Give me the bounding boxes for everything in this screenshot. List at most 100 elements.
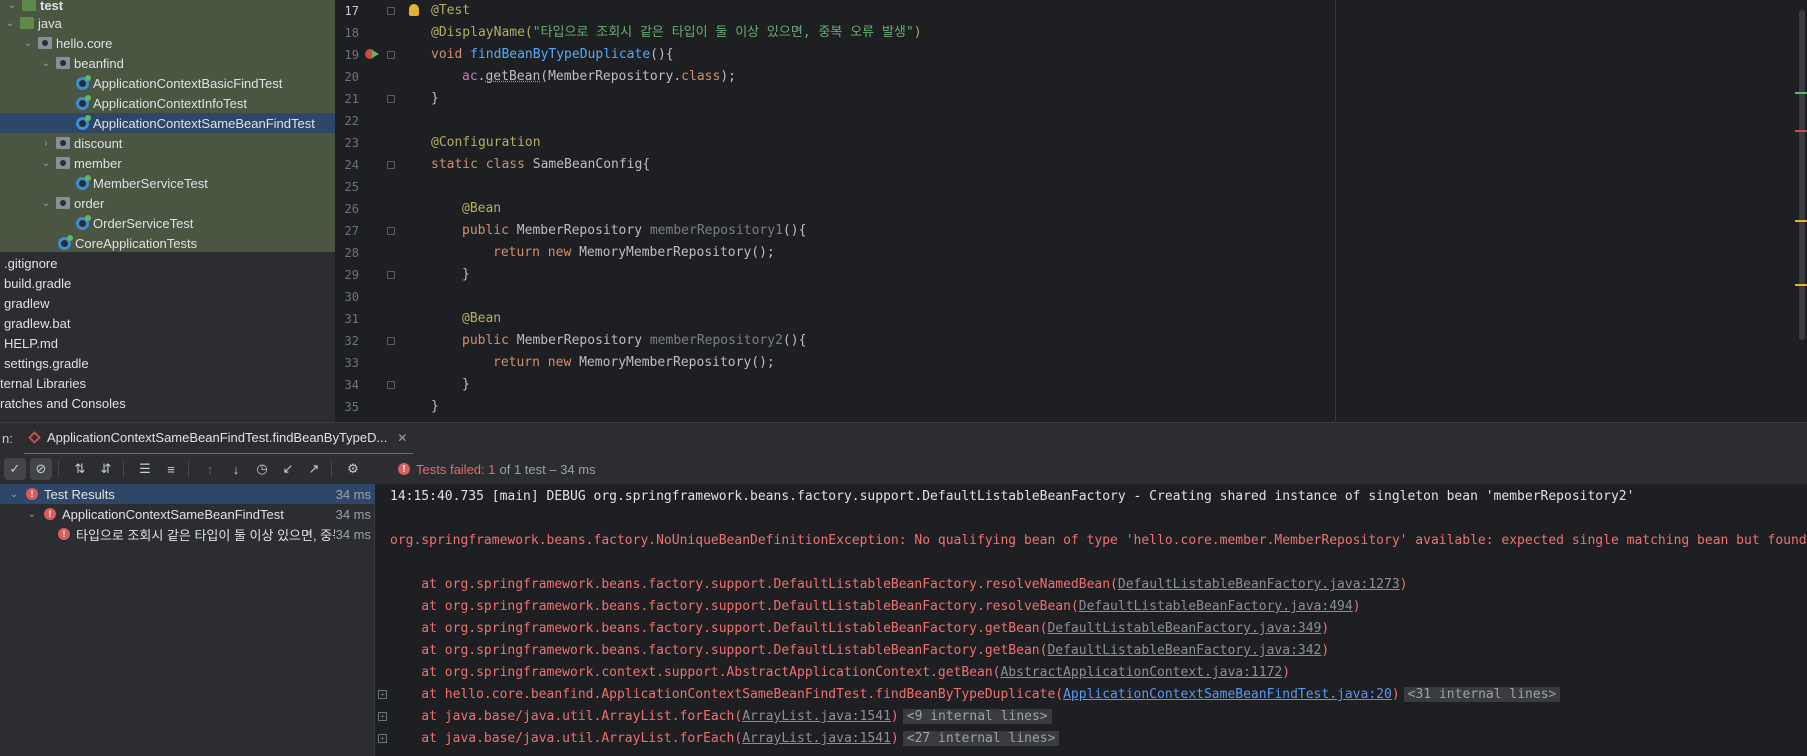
tree-item-info-test[interactable]: ApplicationContextInfoTest <box>0 93 335 113</box>
chevron-down-icon[interactable]: ⌄ <box>40 58 52 69</box>
source-link[interactable]: AbstractApplicationContext.java:1172 <box>1000 665 1282 680</box>
test-class-icon <box>76 94 91 110</box>
previous-failed-icon[interactable]: ↑ <box>199 458 221 480</box>
chevron-down-icon[interactable]: ⌄ <box>8 489 20 500</box>
code-editor[interactable]: 17 18 19 20 21 22 23 24 25 26 27 28 29 3… <box>335 0 1807 422</box>
gear-icon[interactable]: ⚙ <box>342 458 364 480</box>
tree-item-gradlew[interactable]: gradlew <box>0 293 335 313</box>
result-row-method[interactable]: ! 타입으로 조회시 같은 타입이 둘 이상 있으면, 중복 34 ms <box>0 524 375 544</box>
chevron-down-icon[interactable]: ⌄ <box>40 198 52 209</box>
fold-icon[interactable] <box>387 271 395 279</box>
show-ignored-icon[interactable]: ⊘ <box>30 458 52 480</box>
console-output[interactable]: 14:15:40.735 [main] DEBUG org.springfram… <box>376 484 1807 756</box>
chevron-down-icon[interactable]: ⌄ <box>26 509 38 520</box>
stack-text: at java.base/java.util.ArrayList.forEach… <box>390 709 743 724</box>
run-tab[interactable]: ApplicationContextSameBeanFindTest.findB… <box>24 423 414 455</box>
type-name: MemberRepository <box>516 223 650 238</box>
source-link[interactable]: DefaultListableBeanFactory.java:349 <box>1047 621 1321 636</box>
code-line-31: @Bean <box>462 308 501 330</box>
source-link[interactable]: ArrayList.java:1541 <box>742 709 891 724</box>
run-window-label: n: <box>2 431 13 446</box>
code-line-23: @Configuration <box>431 132 541 154</box>
package-icon <box>56 137 70 149</box>
test-class-icon <box>76 114 91 130</box>
source-link[interactable]: DefaultListableBeanFactory.java:342 <box>1047 643 1321 658</box>
export-tests-icon[interactable]: ↗ <box>303 458 325 480</box>
fold-icon[interactable] <box>387 337 395 345</box>
next-failed-icon[interactable]: ↓ <box>225 458 247 480</box>
show-passed-icon[interactable]: ✓ <box>4 458 26 480</box>
tree-item-core-application-tests[interactable]: CoreApplicationTests <box>0 233 335 253</box>
tree-item-member[interactable]: ⌄ member <box>0 153 335 173</box>
fold-icon[interactable] <box>387 7 395 15</box>
source-link[interactable]: ApplicationContextSameBeanFindTest.java:… <box>1063 687 1392 702</box>
expand-frames-icon[interactable]: + <box>378 712 387 721</box>
fold-icon[interactable] <box>387 51 395 59</box>
fold-icon[interactable] <box>387 161 395 169</box>
change-marker[interactable] <box>1795 92 1807 94</box>
stack-frame: at org.springframework.beans.factory.sup… <box>390 574 1407 596</box>
close-icon[interactable]: ✕ <box>397 431 407 445</box>
result-row-root[interactable]: ⌄ ! Test Results 34 ms <box>0 484 375 504</box>
code-line-19: void findBeanByTypeDuplicate(){ <box>431 44 674 66</box>
tree-item-settings-gradle[interactable]: settings.gradle <box>0 353 335 373</box>
tree-item-order-service-test[interactable]: OrderServiceTest <box>0 213 335 233</box>
sort-duration-icon[interactable]: ⇵ <box>95 458 117 480</box>
chevron-down-icon[interactable]: ⌄ <box>22 38 34 49</box>
console-exception-line: org.springframework.beans.factory.NoUniq… <box>390 533 1807 548</box>
error-marker[interactable] <box>1795 130 1807 132</box>
tree-item-build-gradle[interactable]: build.gradle <box>0 273 335 293</box>
source-link[interactable]: DefaultListableBeanFactory.java:1273 <box>1118 577 1400 592</box>
fold-icon[interactable] <box>387 381 395 389</box>
stack-text: at org.springframework.beans.factory.sup… <box>390 643 1048 658</box>
source-link[interactable]: ArrayList.java:1541 <box>742 731 891 746</box>
lightbulb-icon[interactable] <box>409 4 419 16</box>
stack-text: at java.base/java.util.ArrayList.forEach… <box>390 731 743 746</box>
tree-item-java[interactable]: ⌄ java <box>0 13 335 33</box>
tree-item-hello-core[interactable]: ⌄ hello.core <box>0 33 335 53</box>
tree-item-label: ApplicationContextInfoTest <box>93 95 247 111</box>
tree-item-label: build.gradle <box>4 275 72 291</box>
chevron-down-icon[interactable]: ⌄ <box>4 18 16 29</box>
history-icon[interactable]: ◷ <box>251 458 273 480</box>
fold-icon[interactable] <box>387 95 395 103</box>
error-stripe[interactable] <box>1795 0 1807 422</box>
internal-lines-badge[interactable]: <31 internal lines> <box>1403 687 1561 702</box>
method-call: getBean <box>485 69 541 84</box>
chevron-right-icon[interactable]: › <box>40 138 52 149</box>
expand-all-icon[interactable]: ☰ <box>134 458 156 480</box>
tree-item-help-md[interactable]: HELP.md <box>0 333 335 353</box>
import-tests-icon[interactable]: ↙ <box>277 458 299 480</box>
source-link[interactable]: DefaultListableBeanFactory.java:494 <box>1079 599 1353 614</box>
tree-item-external-libraries[interactable]: ternal Libraries <box>0 373 335 393</box>
warning-marker[interactable] <box>1795 220 1807 222</box>
tree-item-order[interactable]: ⌄ order <box>0 193 335 213</box>
code-line-21: } <box>431 88 439 110</box>
sort-alpha-icon[interactable]: ⇅ <box>69 458 91 480</box>
fold-icon[interactable] <box>387 227 395 235</box>
tree-item-gitignore[interactable]: .gitignore <box>0 253 335 273</box>
chevron-down-icon[interactable]: ⌄ <box>40 158 52 169</box>
internal-lines-badge[interactable]: <9 internal lines> <box>902 709 1052 724</box>
tree-item-scratches[interactable]: ratches and Consoles <box>0 393 335 413</box>
run-test-icon[interactable] <box>372 50 379 58</box>
tree-item-basic-find-test[interactable]: ApplicationContextBasicFindTest <box>0 73 335 93</box>
stack-frame: at org.springframework.context.support.A… <box>390 662 1290 684</box>
expand-frames-icon[interactable]: + <box>378 734 387 743</box>
stack-frame: at java.base/java.util.ArrayList.forEach… <box>390 706 1052 728</box>
collapse-all-icon[interactable]: ≡ <box>160 458 182 480</box>
tree-item-beanfind[interactable]: ⌄ beanfind <box>0 53 335 73</box>
tree-item-member-service-test[interactable]: MemberServiceTest <box>0 173 335 193</box>
chevron-down-icon[interactable]: ⌄ <box>6 0 18 11</box>
warning-marker[interactable] <box>1795 284 1807 286</box>
tree-item-gradlew-bat[interactable]: gradlew.bat <box>0 313 335 333</box>
expand-frames-icon[interactable]: + <box>378 690 387 699</box>
result-time: 34 ms <box>335 526 371 542</box>
code-text: (){ <box>782 223 807 238</box>
code-line-34: } <box>462 374 470 396</box>
code-text: ); <box>720 69 736 84</box>
tree-item-same-bean-find-test[interactable]: ApplicationContextSameBeanFindTest <box>0 113 335 133</box>
internal-lines-badge[interactable]: <27 internal lines> <box>902 731 1060 746</box>
tree-item-discount[interactable]: › discount <box>0 133 335 153</box>
result-row-class[interactable]: ⌄ ! ApplicationContextSameBeanFindTest 3… <box>0 504 375 524</box>
